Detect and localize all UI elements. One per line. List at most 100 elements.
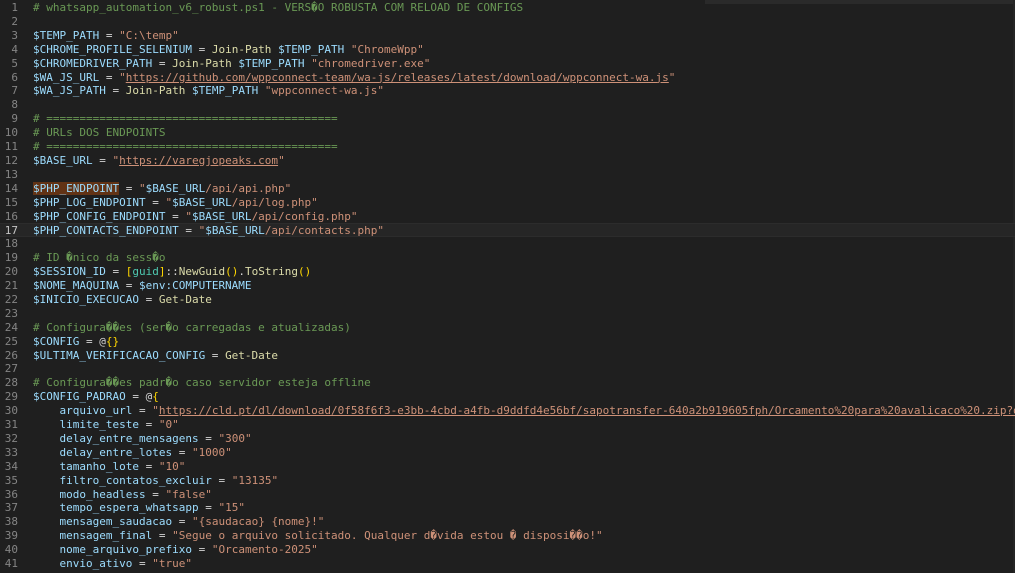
code-text[interactable]: $PHP_CONFIG_ENDPOINT = "$BASE_URL/api/co… [33, 210, 358, 224]
code-text[interactable]: mensagem_saudacao = "{saudacao} {nome}!" [33, 515, 325, 529]
code-line[interactable]: 14 $PHP_ENDPOINT = "$BASE_URL/api/api.php… [0, 181, 1015, 196]
code-text[interactable]: $CONFIG = @{} [33, 335, 119, 349]
code-text[interactable]: $CHROME_PROFILE_SELENIUM = Join-Path $TE… [33, 43, 424, 57]
code-text[interactable]: $SESSION_ID = [guid]::NewGuid().ToString… [33, 265, 311, 279]
line-number: 13 [4, 167, 18, 181]
code-text[interactable]: $WA_JS_URL = "https://github.com/wppconn… [33, 71, 675, 85]
code-line[interactable]: 10 # URLs DOS ENDPOINTS [0, 126, 1015, 140]
code-line[interactable]: 29 $CONFIG_PADRAO = @{ [0, 390, 1015, 404]
code-line[interactable]: 31 limite_teste = "0" [0, 418, 1015, 432]
code-line[interactable]: 28 # Configura��es padr�o caso servidor e… [0, 376, 1015, 390]
code-text[interactable]: # whatsapp_automation_v6_robust.ps1 - VE… [33, 1, 523, 15]
code-token: = [138, 459, 159, 473]
code-line[interactable]: 21 $NOME_MAQUINA = $env:COMPUTERNAME [0, 279, 1015, 293]
code-line[interactable]: 41 envio_ativo = "true" [0, 557, 1015, 571]
code-line[interactable]: 2 [0, 15, 1015, 29]
code-token: filtro_contatos_excluir [59, 473, 212, 487]
code-line[interactable]: 34 tamanho_lote = "10" [0, 460, 1015, 474]
code-line[interactable]: 25 $CONFIG = @{} [0, 335, 1015, 349]
code-text[interactable]: # ID �nico da sess�o [33, 251, 165, 265]
code-line[interactable]: 20 $SESSION_ID = [guid]::NewGuid().ToStri… [0, 265, 1015, 279]
code-line[interactable]: 35 filtro_contatos_excluir = "13135" [0, 474, 1015, 488]
code-token: $CONFIG_PADRAO [33, 390, 126, 404]
code-line[interactable]: 37 tempo_espera_whatsapp = "15" [0, 501, 1015, 515]
code-text[interactable]: # Configura��es (ser�o carregadas e atua… [33, 321, 351, 335]
code-text[interactable]: # ======================================… [33, 140, 338, 154]
code-line[interactable]: 7 $WA_JS_PATH = Join-Path $TEMP_PATH "wpp… [0, 84, 1015, 98]
code-token: # Configura��es (ser�o carregadas e atua… [33, 320, 351, 334]
code-text[interactable]: # ======================================… [33, 112, 338, 126]
code-token: "true" [152, 557, 192, 570]
code-text[interactable]: mensagem_final = "Segue o arquivo solici… [33, 529, 603, 543]
code-text[interactable]: limite_teste = "0" [33, 418, 179, 432]
code-line[interactable]: 11 # ====================================… [0, 140, 1015, 154]
code-line[interactable]: 1 # whatsapp_automation_v6_robust.ps1 - V… [0, 1, 1015, 15]
code-text[interactable]: nome_arquivo_prefixo = "Orcamento-2025" [33, 543, 318, 557]
code-text[interactable]: $WA_JS_PATH = Join-Path $TEMP_PATH "wppc… [33, 84, 384, 98]
code-token: = [105, 265, 126, 279]
code-line[interactable]: 8 [0, 98, 1015, 112]
line-number: 35 [4, 473, 18, 487]
line-number: 19 [4, 251, 18, 265]
code-token: "C:\temp" [119, 28, 179, 42]
code-line[interactable]: 24 # Configura��es (ser�o carregadas e at… [0, 321, 1015, 335]
code-text[interactable]: $CHROMEDRIVER_PATH = Join-Path $TEMP_PAT… [33, 57, 430, 71]
code-line[interactable]: 12 $BASE_URL = "https://varegjopeaks.com" [0, 154, 1015, 168]
line-number: 32 [4, 431, 18, 445]
code-text[interactable]: $NOME_MAQUINA = $env:COMPUTERNAME [33, 279, 252, 293]
code-line[interactable]: 36 modo_headless = "false" [0, 488, 1015, 502]
code-text[interactable]: $PHP_ENDPOINT = "$BASE_URL/api/api.php" [33, 181, 291, 196]
code-text[interactable]: $ULTIMA_VERIFICACAO_CONFIG = Get-Date [33, 349, 278, 363]
code-token: $BASE_URL [191, 209, 252, 223]
code-token: limite_teste [59, 418, 139, 431]
code-text[interactable]: modo_headless = "false" [33, 488, 212, 502]
code-line[interactable]: 23 [0, 307, 1015, 321]
code-text[interactable]: delay_entre_mensagens = "300" [33, 432, 252, 446]
code-text[interactable]: $PHP_LOG_ENDPOINT = "$BASE_URL/api/log.p… [33, 196, 318, 210]
code-text[interactable]: delay_entre_lotes = "1000" [33, 446, 232, 460]
code-line[interactable]: 32 delay_entre_mensagens = "300" [0, 432, 1015, 446]
code-text[interactable]: $INICIO_EXECUCAO = Get-Date [33, 293, 212, 307]
code-line[interactable]: 38 mensagem_saudacao = "{saudacao} {nome… [0, 515, 1015, 529]
code-line[interactable]: 18 [0, 237, 1015, 251]
code-token: :: [165, 265, 179, 279]
code-line[interactable]: 22 $INICIO_EXECUCAO = Get-Date [0, 293, 1015, 307]
code-line[interactable]: 13 [0, 168, 1015, 182]
code-text[interactable]: tamanho_lote = "10" [33, 459, 186, 474]
code-text[interactable]: arquivo_url = "https://cld.pt/dl/downloa… [33, 404, 1015, 418]
code-text[interactable]: $TEMP_PATH = "C:\temp" [33, 29, 179, 43]
code-line[interactable]: 3 $TEMP_PATH = "C:\temp" [0, 29, 1015, 43]
code-token: " [668, 70, 676, 84]
line-number: 36 [4, 487, 18, 501]
line-number: 24 [4, 320, 18, 334]
code-token: $BASE_URL [145, 181, 206, 195]
code-text[interactable]: $PHP_CONTACTS_ENDPOINT = "$BASE_URL/api/… [33, 224, 384, 238]
code-token: $TEMP_PATH [33, 28, 100, 42]
code-text[interactable]: # Configura��es padr�o caso servidor est… [33, 376, 371, 390]
code-editor[interactable]: 1 # whatsapp_automation_v6_robust.ps1 - V… [0, 0, 1015, 573]
code-line[interactable]: 15 $PHP_LOG_ENDPOINT = "$BASE_URL/api/log… [0, 196, 1015, 210]
code-line[interactable]: 19 # ID �nico da sess�o [0, 251, 1015, 265]
code-token: Join-Path [125, 84, 186, 98]
code-line[interactable]: 9 # =====================================… [0, 112, 1015, 126]
code-line[interactable]: 33 delay_entre_lotes = "1000" [0, 446, 1015, 460]
code-line[interactable]: 27 [0, 362, 1015, 376]
code-line[interactable]: 5 $CHROMEDRIVER_PATH = Join-Path $TEMP_PA… [0, 57, 1015, 71]
code-text[interactable]: $BASE_URL = "https://varegjopeaks.com" [33, 154, 285, 168]
code-text[interactable]: envio_ativo = "true" [33, 557, 192, 571]
code-line[interactable]: 40 nome_arquivo_prefixo = "Orcamento-202… [0, 543, 1015, 557]
code-text[interactable]: filtro_contatos_excluir = "13135" [33, 473, 279, 488]
code-line[interactable]: 4 $CHROME_PROFILE_SELENIUM = Join-Path $T… [0, 43, 1015, 57]
code-text[interactable]: $CONFIG_PADRAO = @{ [33, 390, 159, 404]
code-line[interactable]: 30 arquivo_url = "https://cld.pt/dl/down… [0, 404, 1015, 418]
code-line[interactable]: 26 $ULTIMA_VERIFICACAO_CONFIG = Get-Date [0, 349, 1015, 363]
code-token: $SESSION_ID [33, 265, 106, 279]
code-token: @ [99, 334, 106, 348]
code-line[interactable]: 16 $PHP_CONFIG_ENDPOINT = "$BASE_URL/api/… [0, 210, 1015, 224]
code-text[interactable]: # URLs DOS ENDPOINTS [33, 126, 165, 140]
code-line[interactable]: 6 $WA_JS_URL = "https://github.com/wppcon… [0, 71, 1015, 85]
code-token: /api/log.php" [231, 195, 318, 209]
code-line[interactable]: 39 mensagem_final = "Segue o arquivo sol… [0, 529, 1015, 543]
code-text[interactable]: tempo_espera_whatsapp = "15" [33, 501, 245, 515]
code-line[interactable]: 17 $PHP_CONTACTS_ENDPOINT = "$BASE_URL/ap… [0, 223, 1015, 237]
